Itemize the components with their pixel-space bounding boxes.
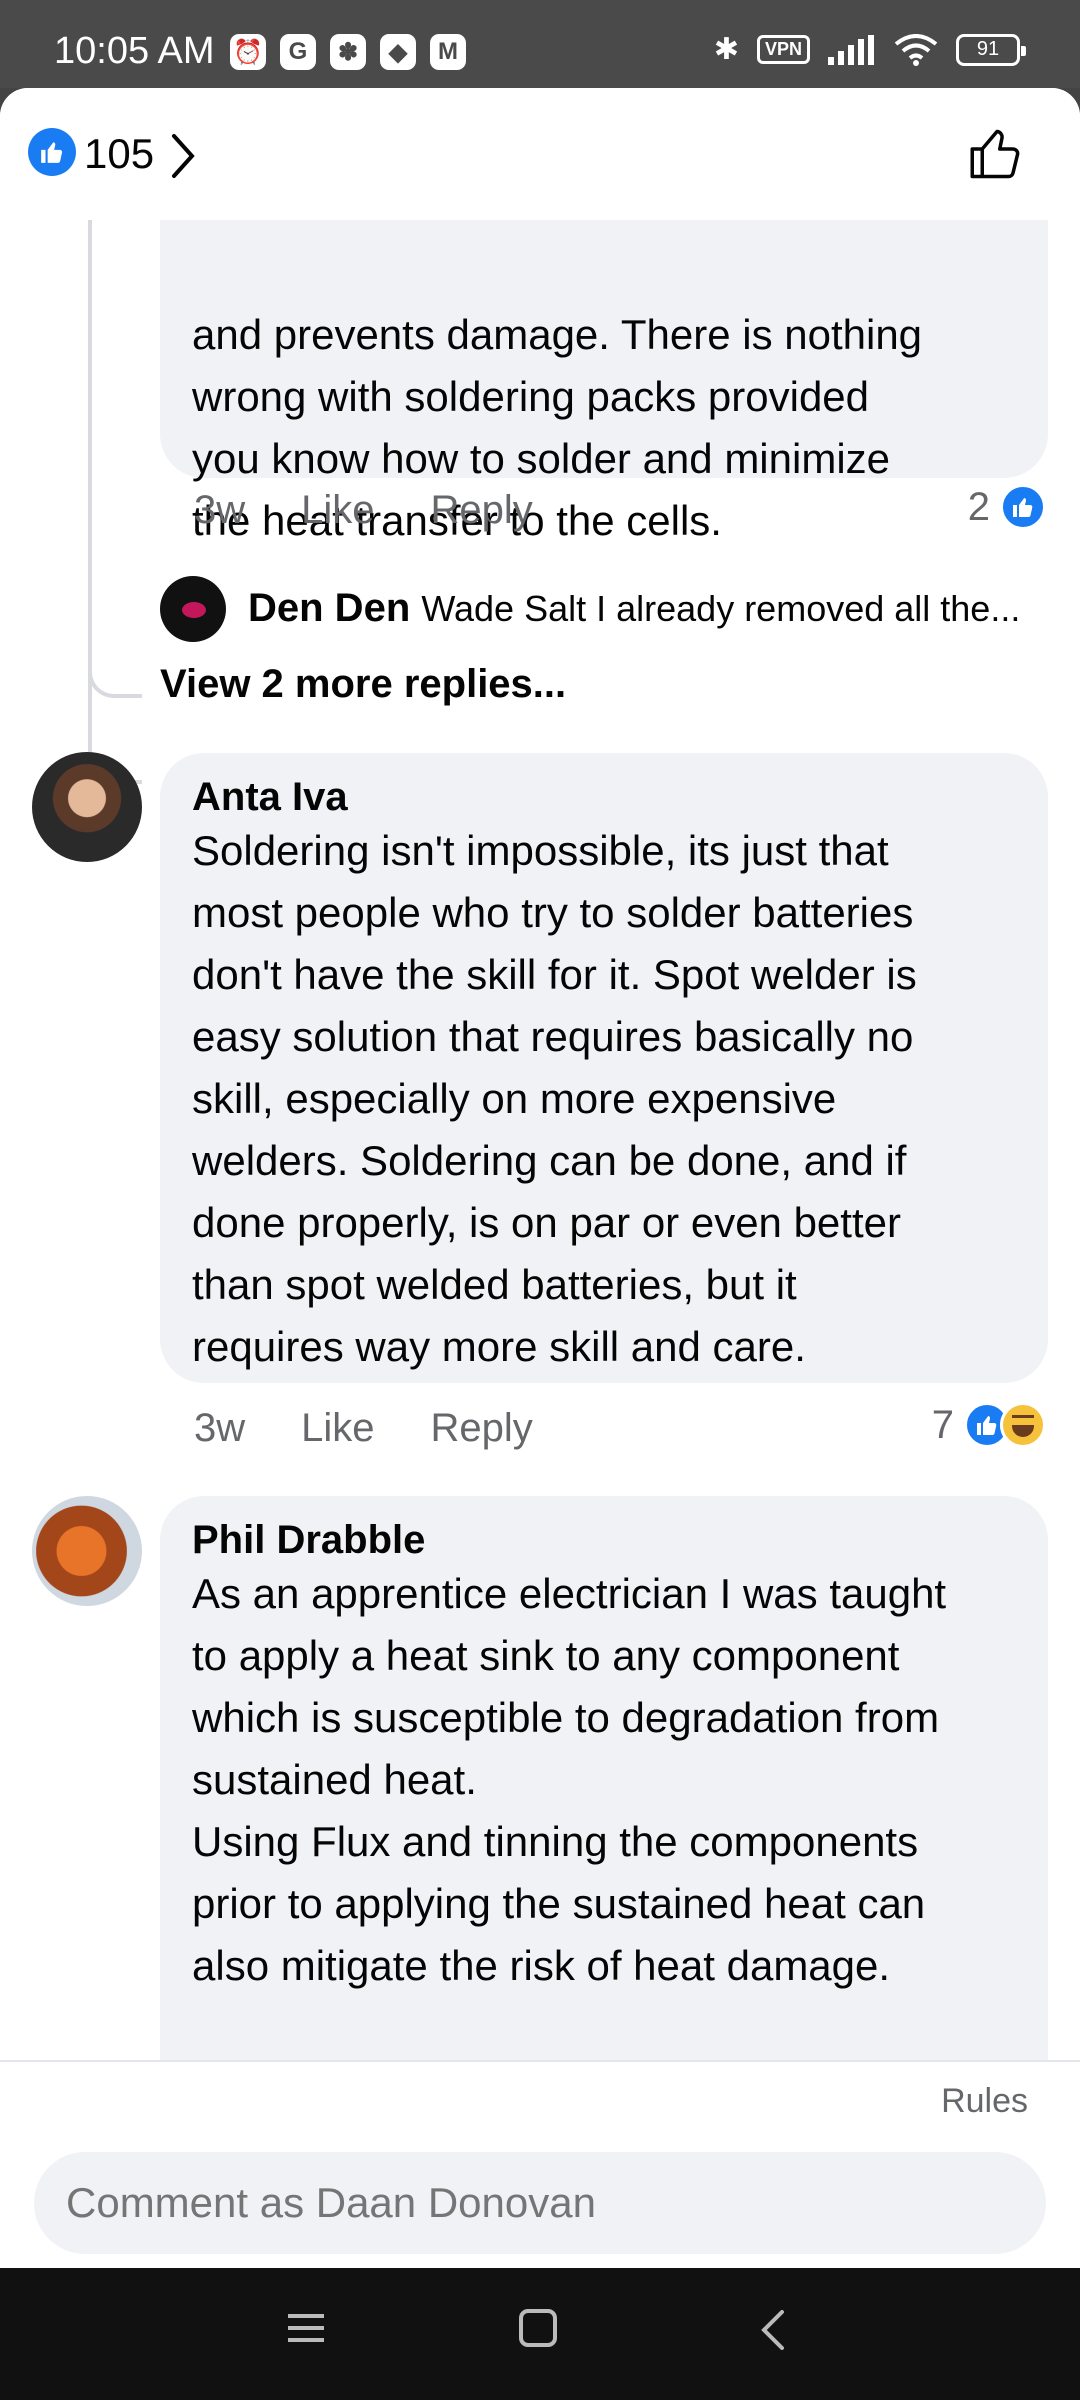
like-post-icon[interactable] [966,124,1026,184]
comment-author[interactable]: Phil Drabble [192,1518,1016,1563]
avatar[interactable] [160,576,226,642]
sheet-header: 105 [0,88,1080,220]
rules-link[interactable]: Rules [941,2082,1028,2121]
like-button[interactable]: Like [301,1406,374,1451]
photos-app-icon: ✽ [330,34,366,70]
reply-button[interactable]: Reply [431,488,533,533]
notification-icons: ⏰ G ✽ ◆ M [230,34,466,70]
google-app-icon: G [280,34,316,70]
comment-text: Soldering isn't impossible, its just tha… [192,827,917,1370]
view-more-replies-link[interactable]: View 2 more replies... [160,662,566,707]
alarm-icon: ⏰ [230,34,266,70]
comment-actions: 3w Like Reply [194,488,533,533]
chevron-right-icon[interactable] [168,132,198,180]
reply-text: Wade Salt I already removed all the... [421,588,1021,629]
like-reaction-icon [28,128,76,176]
thread-line [88,220,92,780]
comment-composer: Rules [0,2062,1080,2268]
comment-author[interactable]: Anta Iva [192,775,1016,820]
comment-input[interactable] [34,2152,1046,2254]
back-icon[interactable] [756,2308,788,2352]
comment-bubble[interactable]: Anta Iva Soldering isn't impossible, its… [160,753,1048,1383]
reply-author: Den Den [248,586,411,630]
reaction-count: 7 [931,1402,954,1447]
status-bar: 10:05 AM ⏰ G ✽ ◆ M ✱ VPN 91 [0,0,1080,88]
battery-icon: 91 [956,33,1026,66]
vpn-icon: VPN [756,35,810,64]
system-nav-bar [0,2268,1080,2400]
reaction-count: 2 [967,484,990,529]
signal-icon [828,34,874,65]
comment-time: 3w [194,488,246,532]
comment-reactions[interactable]: 7 [932,1402,1046,1448]
bluetooth-icon: ✱ [713,33,739,66]
like-reaction-icon [1000,484,1046,530]
system-icons: ✱ VPN 91 [713,32,1026,67]
comments-sheet: 105 and prevents damage. There is nothin… [0,88,1080,2268]
comment-actions: 3w Like Reply [194,1406,533,1451]
status-time: 10:05 AM [54,30,215,72]
comment-text: As an apprentice electrician I was taugh… [192,1570,947,1989]
avatar[interactable] [32,1496,142,1606]
comment-reactions[interactable]: 2 [968,484,1046,530]
wifi-icon [894,33,938,66]
crypto-app-icon: ◆ [380,34,416,70]
gmail-app-icon: M [430,34,466,70]
reply-button[interactable]: Reply [431,1406,533,1451]
menu-icon[interactable] [286,2308,326,2348]
haha-reaction-icon [1000,1402,1046,1448]
home-icon[interactable] [518,2308,558,2348]
thread-connector [88,648,142,698]
reactions-count[interactable]: 105 [84,130,154,178]
comment-time: 3w [194,1406,246,1450]
like-button[interactable]: Like [301,488,374,533]
avatar[interactable] [32,752,142,862]
reply-preview[interactable]: Den Den Wade Salt I already removed all … [248,586,1048,631]
